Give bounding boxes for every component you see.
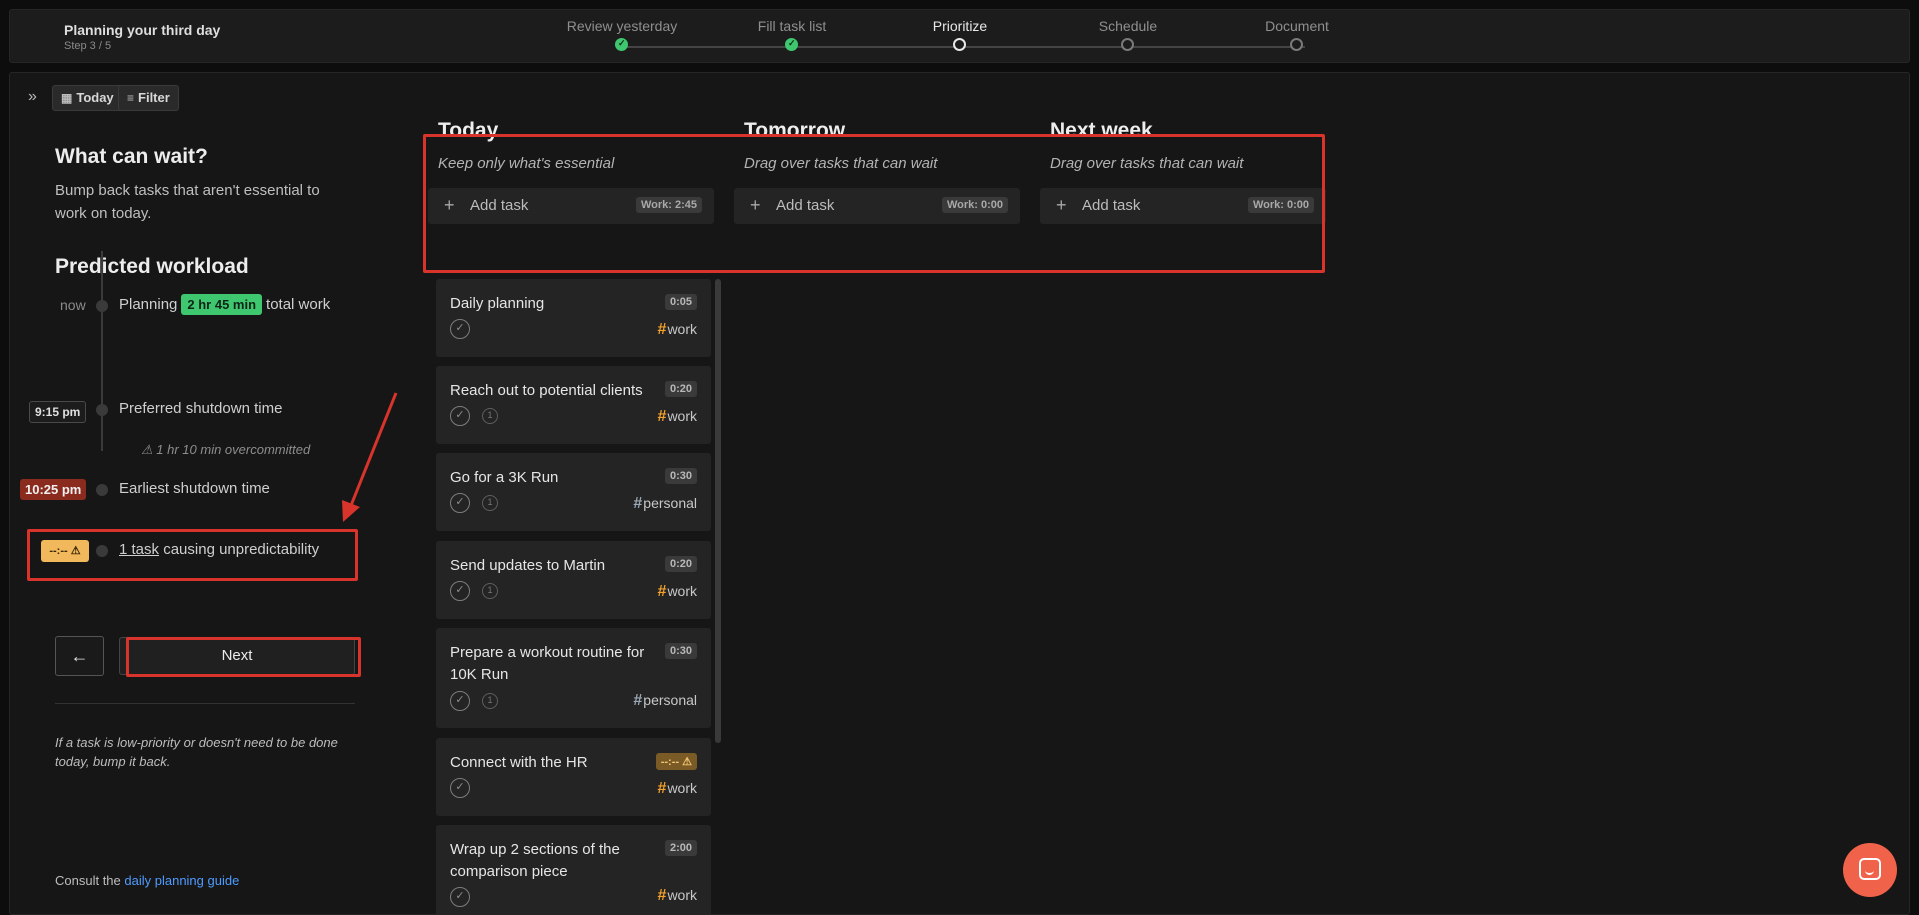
chat-support-button[interactable] — [1843, 843, 1897, 897]
chat-icon — [1859, 858, 1881, 880]
annotation-arrow-icon — [342, 392, 398, 522]
